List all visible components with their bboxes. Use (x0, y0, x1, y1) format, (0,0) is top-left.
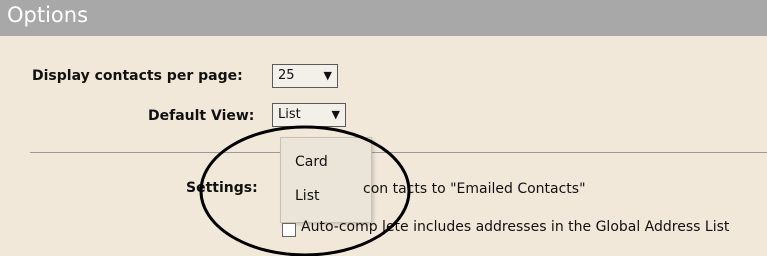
annotation-circle (199, 125, 411, 256)
annotation-ellipse (199, 125, 411, 256)
